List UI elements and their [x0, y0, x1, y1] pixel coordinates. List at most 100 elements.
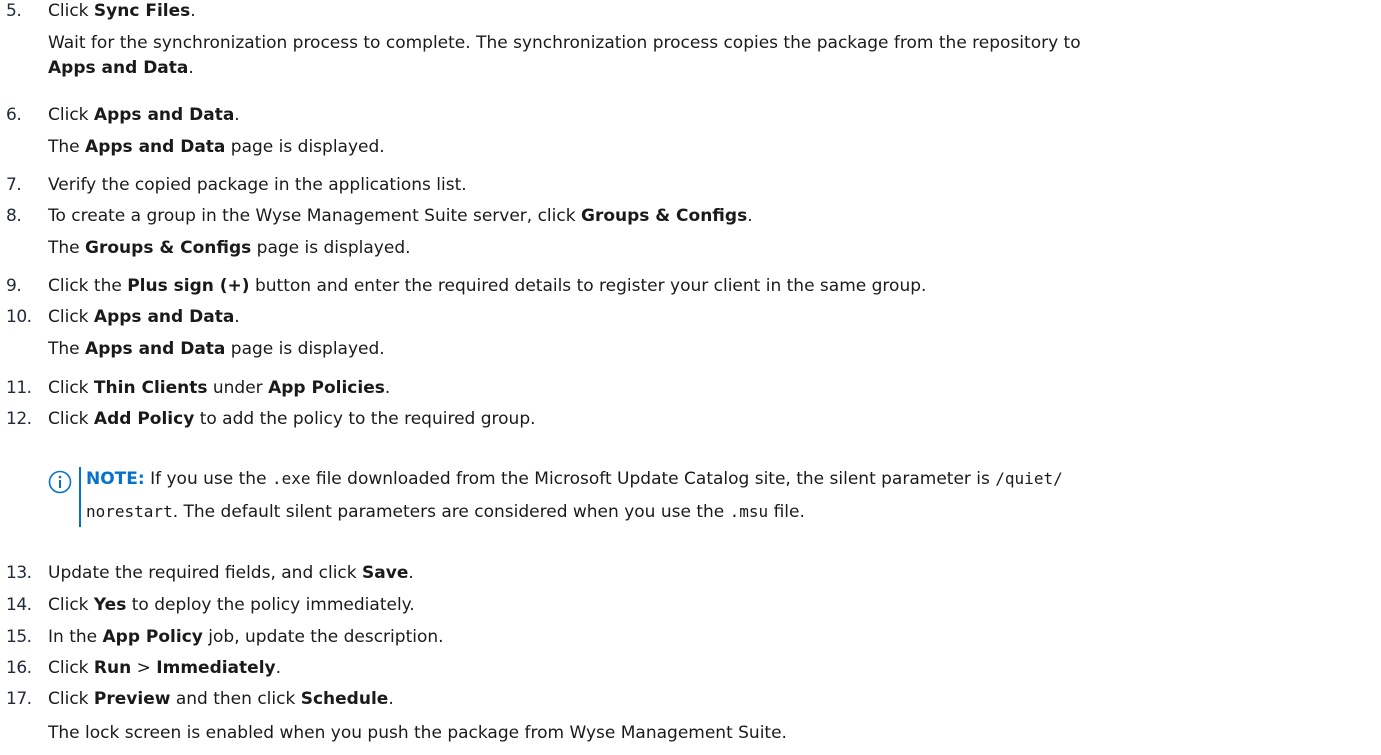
step-number: 9.: [6, 276, 22, 296]
step-instruction: Click Apps and Data.: [48, 306, 240, 329]
ui-term: Apps and Data: [85, 339, 226, 359]
step-text: page is displayed.: [225, 137, 385, 157]
step-text: .: [234, 307, 240, 327]
step-text: .: [384, 378, 391, 398]
step-text: to add the policy to the required group.: [194, 409, 536, 429]
step-text: .: [188, 58, 194, 78]
step-number: 12.: [6, 409, 32, 429]
ui-term: Apps and Data: [93, 105, 235, 125]
note-text: . The default silent parameters are cons…: [172, 502, 730, 522]
step-result: The Apps and Data page is displayed.: [48, 338, 385, 361]
step-instruction: To create a group in the Wyse Management…: [48, 205, 753, 228]
step-result: The Apps and Data page is displayed.: [48, 136, 385, 159]
ui-term: Apps and Data: [93, 307, 235, 327]
note-text: file.: [768, 502, 805, 522]
step-text: Click: [48, 595, 94, 615]
ui-term: Yes: [93, 595, 127, 615]
step-text: .: [747, 206, 753, 226]
step-instruction: Click Preview and then click Schedule.: [48, 688, 394, 711]
step-instruction: Click Add Policy to add the policy to th…: [48, 408, 536, 431]
ui-term: Groups & Configs: [85, 238, 252, 258]
code-exe: .exe: [271, 469, 311, 488]
step-text: .: [275, 658, 282, 678]
step-text: job, update the description.: [202, 627, 444, 647]
step-instruction: Click Run > Immediately.: [48, 657, 281, 680]
step-number: 7.: [6, 175, 22, 195]
step-text: Click: [48, 1, 94, 21]
step-number: 11.: [6, 378, 32, 398]
step-number: 16.: [6, 658, 32, 678]
note-text: file downloaded from the Microsoft Updat…: [310, 469, 996, 489]
step-text: under: [207, 378, 269, 398]
note-callout: NOTE: If you use the .exe file downloade…: [48, 467, 1368, 531]
ui-term: Apps and Data: [85, 137, 226, 157]
ui-term: App Policy: [102, 627, 203, 647]
code-norestart: norestart: [86, 502, 173, 521]
note-label: NOTE:: [86, 469, 145, 489]
ui-term: Sync Files: [93, 1, 191, 21]
step-result: The Groups & Configs page is displayed.: [48, 237, 411, 260]
ui-term: App Policies: [268, 378, 385, 398]
step-text: >: [131, 658, 157, 678]
step-text: .: [190, 1, 196, 21]
step-text: Click: [48, 307, 94, 327]
step-number: 8.: [6, 206, 22, 226]
info-circle-icon: [48, 470, 72, 494]
step-text: Click: [48, 105, 94, 125]
step-number: 14.: [6, 595, 32, 615]
step-instruction: Update the required fields, and click Sa…: [48, 562, 414, 585]
step-instruction: Verify the copied package in the applica…: [48, 174, 467, 197]
step-text: Wait for the synchronization process to …: [48, 33, 1081, 53]
step-text: and then click: [170, 689, 301, 709]
step-result: Wait for the synchronization process to …: [48, 32, 1081, 55]
step-text: to deploy the policy immediately.: [126, 595, 415, 615]
step-text: Click: [48, 409, 94, 429]
step-text: The: [48, 339, 86, 359]
step-text: The: [48, 238, 86, 258]
step-number: 17.: [6, 689, 32, 709]
step-instruction: Click Yes to deploy the policy immediate…: [48, 594, 415, 617]
ui-term: Immediately: [156, 658, 276, 678]
step-number: 5.: [6, 1, 22, 21]
step-text: .: [388, 689, 394, 709]
step-instruction: Click Thin Clients under App Policies.: [48, 377, 390, 400]
step-result: Apps and Data.: [48, 57, 194, 80]
step-text: Click: [48, 658, 94, 678]
ui-term: Add Policy: [93, 409, 195, 429]
step-text: Click: [48, 689, 94, 709]
step-text: Update the required fields, and click: [48, 563, 363, 583]
step-text: page is displayed.: [225, 339, 385, 359]
step-text: button and enter the required details to…: [249, 276, 927, 296]
ui-term: Save: [362, 563, 409, 583]
step-instruction: Click the Plus sign (+) button and enter…: [48, 275, 926, 298]
note-line-2: norestart. The default silent parameters…: [86, 500, 805, 524]
ui-term: Thin Clients: [93, 378, 208, 398]
step-instruction: Click Apps and Data.: [48, 104, 240, 127]
step-text: page is displayed.: [251, 238, 411, 258]
step-text: Click: [48, 378, 94, 398]
step-text: .: [234, 105, 240, 125]
code-msu: .msu: [729, 502, 769, 521]
note-accent-bar: [79, 467, 81, 527]
ui-term: Apps and Data: [48, 58, 189, 78]
step-text: Verify the copied package in the applica…: [48, 175, 467, 195]
step-number: 15.: [6, 627, 32, 647]
note-text: If you use the: [144, 469, 272, 489]
step-text: In the: [48, 627, 103, 647]
step-text: Click the: [48, 276, 128, 296]
ui-term: Preview: [93, 689, 171, 709]
closing-text: The lock screen is enabled when you push…: [48, 723, 787, 743]
ui-term: Plus sign (+): [127, 276, 250, 296]
ui-term: Schedule: [300, 689, 389, 709]
step-instruction: Click Sync Files.: [48, 0, 196, 23]
step-number: 10.: [6, 307, 32, 327]
step-text: To create a group in the Wyse Management…: [48, 206, 581, 226]
note-line-1: NOTE: If you use the .exe file downloade…: [86, 467, 1063, 491]
ui-term: Run: [93, 658, 132, 678]
ui-term: Groups & Configs: [580, 206, 748, 226]
step-text: .: [408, 563, 414, 583]
step-number: 13.: [6, 563, 32, 583]
code-quiet: /quiet/: [995, 469, 1063, 488]
step-number: 6.: [6, 105, 22, 125]
step-instruction: In the App Policy job, update the descri…: [48, 626, 444, 649]
